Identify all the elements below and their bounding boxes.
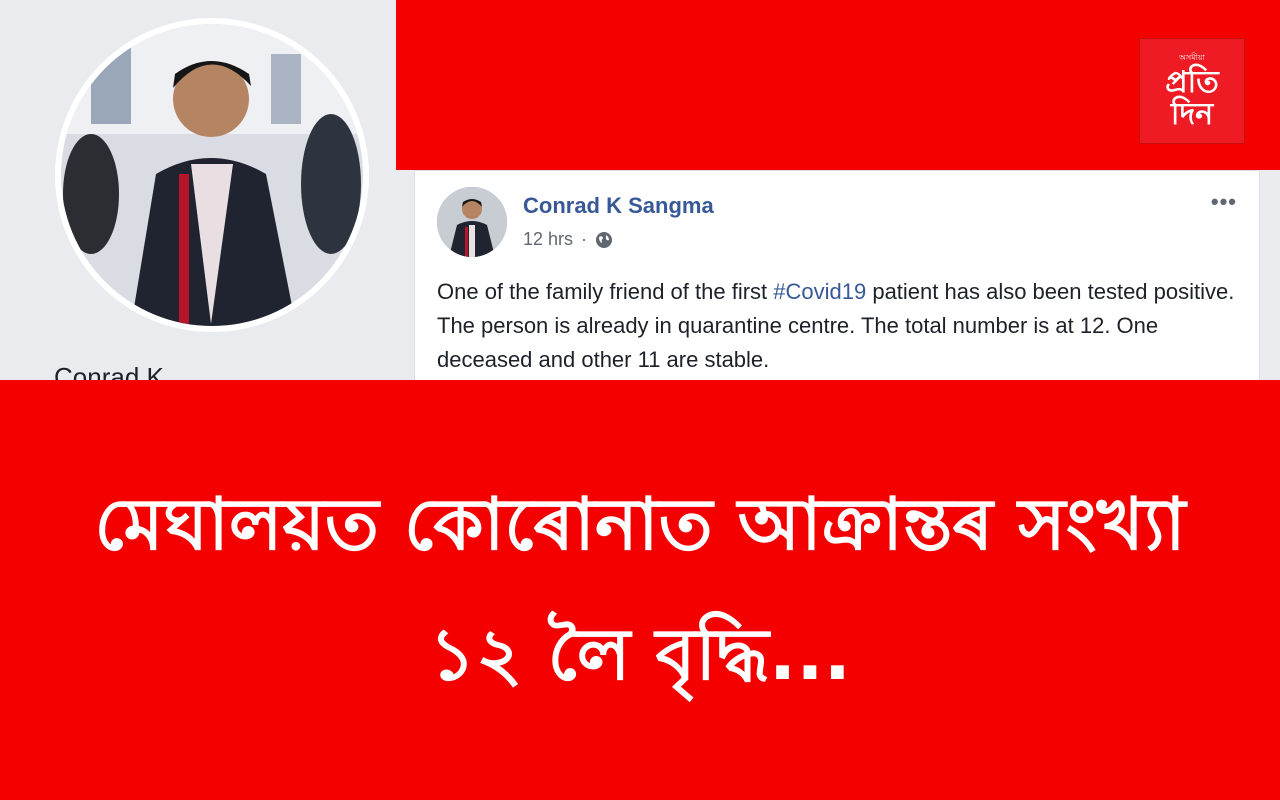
facebook-post: Conrad K Sangma 12 hrs · ••• One of the …: [414, 170, 1260, 381]
profile-panel: Conrad K: [0, 0, 396, 380]
globe-icon[interactable]: [595, 231, 613, 249]
brand-word-1: প্ৰতি: [1165, 65, 1219, 99]
post-text: One of the family friend of the first #C…: [437, 275, 1237, 377]
post-timestamp[interactable]: 12 hrs: [523, 229, 573, 250]
brand-tagline: অসমীয়া: [1179, 52, 1205, 62]
meta-separator: ·: [581, 229, 588, 249]
post-meta: 12 hrs ·: [523, 229, 613, 250]
headline-line-2: ১২ লৈ বৃদ্ধি...: [429, 612, 851, 696]
headline-line-1: মেঘালয়ত কোৰোনাত আক্ৰান্তৰ সংখ্যা: [94, 482, 1186, 566]
author-avatar[interactable]: [437, 187, 507, 257]
brand-logo: অসমীয়া প্ৰতি দিন: [1139, 38, 1245, 144]
profile-picture[interactable]: [55, 18, 369, 332]
hashtag-link[interactable]: #Covid19: [773, 279, 866, 304]
brand-word-2: দিন: [1170, 97, 1214, 131]
profile-photo-image: [61, 24, 363, 326]
profile-name[interactable]: Conrad K: [54, 362, 164, 380]
headline-banner: [0, 380, 1280, 800]
post-author-name[interactable]: Conrad K Sangma: [523, 193, 714, 219]
post-text-start: One of the family friend of the first: [437, 279, 774, 304]
more-options-icon[interactable]: •••: [1211, 189, 1237, 215]
